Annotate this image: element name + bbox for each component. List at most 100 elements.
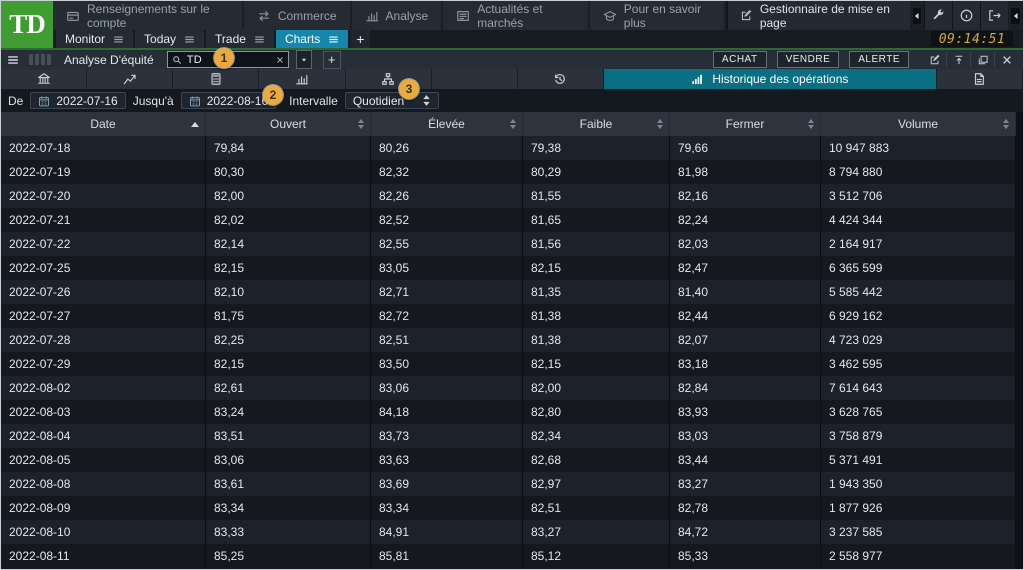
cell: 7 614 643	[821, 376, 1016, 400]
menu-item-learn[interactable]: Pour en savoir plus	[590, 1, 724, 30]
tab-monitor[interactable]: Monitor	[56, 30, 133, 48]
collapse-left-edge-icon[interactable]	[1011, 8, 1020, 24]
column-header-5[interactable]: Volume	[821, 112, 1016, 136]
cell: 1 877 926	[821, 496, 1016, 520]
table-row[interactable]: 2022-08-1083,3384,9183,2784,723 237 585	[1, 520, 1016, 544]
alert-button[interactable]: ALERTE	[849, 51, 909, 68]
hamburger-icon[interactable]	[254, 34, 265, 45]
column-header-3[interactable]: Faible	[523, 112, 670, 136]
cell: 82,32	[371, 160, 523, 184]
tab-today[interactable]: Today	[135, 30, 204, 48]
calendar-icon	[38, 95, 50, 107]
sort-down-icon	[358, 125, 364, 129]
column-header-label: Fermer	[726, 117, 765, 131]
top-menu-right: Gestionnaire de mise en page	[726, 1, 1023, 30]
tab-charts[interactable]: Charts	[276, 30, 348, 48]
from-date-input[interactable]: 2022-07-16	[30, 92, 125, 109]
table-row[interactable]: 2022-07-2781,7582,7281,3882,446 929 162	[1, 304, 1016, 328]
view-segment-2[interactable]	[173, 69, 259, 89]
sort-icon	[191, 112, 199, 136]
cell: 83,73	[371, 424, 523, 448]
add-symbol-button[interactable]: +	[323, 51, 341, 69]
sort-up-icon	[657, 119, 663, 123]
signal-bars-icon	[691, 72, 705, 86]
table-row[interactable]: 2022-07-2882,2582,5181,3882,074 723 029	[1, 328, 1016, 352]
close-icon[interactable]	[994, 52, 1018, 67]
cell: 3 628 765	[821, 400, 1016, 424]
cell: 83,63	[371, 448, 523, 472]
sort-icon	[657, 112, 663, 136]
table-row[interactable]: 2022-07-2282,1482,5581,5682,032 164 917	[1, 232, 1016, 256]
table-row[interactable]: 2022-07-1980,3082,3280,2981,988 794 880	[1, 160, 1016, 184]
column-header-1[interactable]: Ouvert	[206, 112, 371, 136]
add-tab-button[interactable]: +	[350, 30, 370, 48]
cell: 2022-08-04	[1, 424, 206, 448]
menu-item-commerce[interactable]: Commerce	[244, 1, 350, 30]
table-row[interactable]: 2022-07-2082,0082,2681,5582,163 512 706	[1, 184, 1016, 208]
info-icon[interactable]	[952, 1, 980, 30]
column-header-0[interactable]: Date	[1, 112, 206, 136]
wrench-icon[interactable]	[924, 1, 952, 30]
menu-item-news[interactable]: Actualités et marchés	[443, 1, 588, 30]
popout-edit-icon[interactable]	[923, 52, 946, 67]
cell: 82,14	[206, 232, 371, 256]
tab-trade[interactable]: Trade	[206, 30, 274, 48]
cell: 82,02	[206, 208, 371, 232]
cell: 6 365 599	[821, 256, 1016, 280]
hamburger-icon[interactable]	[113, 34, 124, 45]
bank-icon	[37, 72, 51, 86]
card-icon	[66, 9, 80, 23]
chart-columns-icon	[295, 72, 309, 86]
view-segment-1[interactable]	[87, 69, 173, 89]
table-row[interactable]: 2022-07-1879,8480,2679,3879,6610 947 883	[1, 136, 1016, 160]
to-date-value: 2022-08-16	[207, 94, 268, 108]
buy-button[interactable]: ACHAT	[713, 51, 767, 68]
column-header-2[interactable]: Élevée	[371, 112, 523, 136]
menu-item-analyse[interactable]: Analyse	[352, 1, 442, 30]
hamburger-icon[interactable]	[328, 34, 339, 45]
view-segment-8[interactable]	[937, 69, 1023, 89]
column-header-4[interactable]: Fermer	[670, 112, 821, 136]
table-row[interactable]: 2022-08-0583,0683,6382,6883,445 371 491	[1, 448, 1016, 472]
table-row[interactable]: 2022-08-1185,2585,8185,1285,332 558 977	[1, 544, 1016, 568]
scrollbar-track[interactable]	[1016, 112, 1023, 569]
table-row[interactable]: 2022-07-2982,1583,5082,1583,183 462 595	[1, 352, 1016, 376]
table-row[interactable]: 2022-08-0983,3483,3482,5182,781 877 926	[1, 496, 1016, 520]
table-row[interactable]: 2022-08-0883,6183,6982,9783,271 943 350	[1, 472, 1016, 496]
table-row[interactable]: 2022-08-0483,5183,7382,3483,033 758 879	[1, 424, 1016, 448]
pin-top-icon[interactable]	[946, 52, 970, 67]
tab-label: Monitor	[65, 32, 105, 46]
cell: 2022-07-18	[1, 136, 206, 160]
cell: 82,15	[206, 352, 371, 376]
view-segment-5[interactable]	[432, 69, 518, 89]
symbol-dropdown-button[interactable]	[296, 50, 312, 69]
view-segment-active[interactable]: Historique des opérations	[604, 69, 937, 89]
hamburger-icon[interactable]	[184, 34, 195, 45]
table-row[interactable]: 2022-07-2682,1082,7181,3581,405 585 442	[1, 280, 1016, 304]
panel-grip-icon[interactable]	[29, 54, 51, 65]
view-segment-6[interactable]	[518, 69, 604, 89]
windows-icon[interactable]	[970, 52, 994, 67]
interval-select[interactable]: Quotidien	[345, 92, 439, 109]
logout-icon[interactable]	[980, 1, 1008, 30]
table-row[interactable]: 2022-07-2582,1583,0582,1582,476 365 599	[1, 256, 1016, 280]
column-header-label: Élevée	[428, 117, 465, 131]
view-segment-0[interactable]	[1, 69, 87, 89]
grad-cap-icon	[603, 9, 617, 23]
clear-search-icon[interactable]	[276, 56, 284, 64]
collapse-left-icon[interactable]	[913, 8, 922, 24]
sell-button[interactable]: VENDRE	[777, 51, 840, 68]
sort-asc-icon	[191, 122, 199, 127]
hamburger-icon[interactable]	[6, 53, 20, 67]
cell: 83,27	[670, 472, 821, 496]
to-date-input[interactable]: 2022-08-16	[181, 92, 276, 109]
table-row[interactable]: 2022-08-0383,2484,1882,8083,933 628 765	[1, 400, 1016, 424]
menu-item-account[interactable]: Renseignements sur le compte	[53, 1, 242, 30]
swap-icon	[257, 9, 271, 23]
layout-manager-button[interactable]: Gestionnaire de mise en page	[726, 1, 910, 30]
edit-layout-icon	[740, 9, 753, 22]
table-row[interactable]: 2022-07-2182,0282,5281,6582,244 424 344	[1, 208, 1016, 232]
cell: 82,71	[371, 280, 523, 304]
cell: 6 929 162	[821, 304, 1016, 328]
table-row[interactable]: 2022-08-0282,6183,0682,0082,847 614 643	[1, 376, 1016, 400]
